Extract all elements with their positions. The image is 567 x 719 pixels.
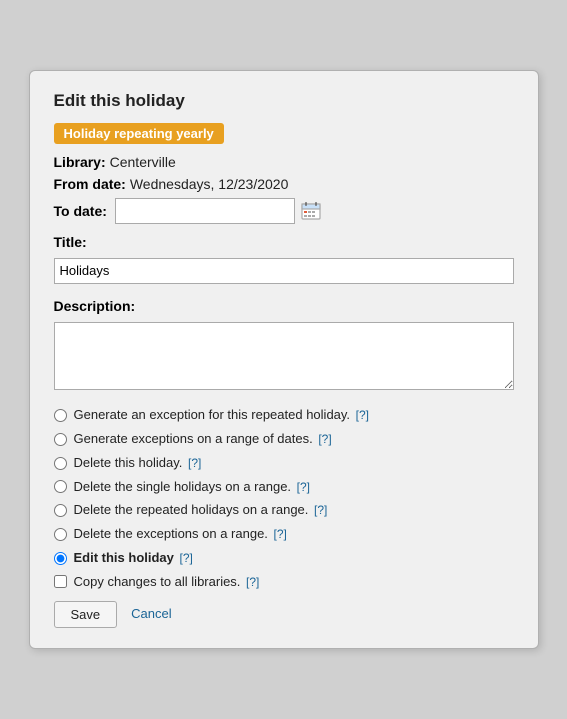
radio-label-opt6: Delete the exceptions on a range. [?] — [74, 526, 287, 543]
library-label: Library: — [54, 154, 106, 170]
help-link-opt6[interactable]: [?] — [274, 527, 287, 541]
radio-opt4[interactable] — [54, 480, 67, 493]
button-row: Save Cancel — [54, 601, 514, 628]
copy-changes-help[interactable]: [?] — [246, 575, 259, 589]
radio-opt2[interactable] — [54, 433, 67, 446]
library-row: Library: Centerville — [54, 154, 514, 170]
radio-opt6[interactable] — [54, 528, 67, 541]
radio-opt1[interactable] — [54, 409, 67, 422]
radio-item: Delete this holiday. [?] — [54, 455, 514, 472]
radio-label-opt1: Generate an exception for this repeated … — [74, 407, 370, 424]
to-date-row: To date: — [54, 198, 514, 224]
radio-opt7[interactable] — [54, 552, 67, 565]
radio-item: Delete the single holidays on a range. [… — [54, 479, 514, 496]
help-link-opt3[interactable]: [?] — [188, 456, 201, 470]
radio-label-opt2: Generate exceptions on a range of dates.… — [74, 431, 332, 448]
radio-label-opt5: Delete the repeated holidays on a range.… — [74, 502, 328, 519]
radio-item: Generate exceptions on a range of dates.… — [54, 431, 514, 448]
radio-item: Delete the exceptions on a range. [?] — [54, 526, 514, 543]
library-value: Centerville — [110, 154, 176, 170]
help-link-opt4[interactable]: [?] — [297, 480, 310, 494]
from-date-row: From date: Wednesdays, 12/23/2020 — [54, 176, 514, 192]
radio-group: Generate an exception for this repeated … — [54, 407, 514, 567]
help-link-opt5[interactable]: [?] — [314, 503, 327, 517]
save-button[interactable]: Save — [54, 601, 118, 628]
copy-changes-row: Copy changes to all libraries. [?] — [54, 574, 514, 589]
radio-item: Edit this holiday [?] — [54, 550, 514, 567]
radio-item: Generate an exception for this repeated … — [54, 407, 514, 424]
cancel-button[interactable]: Cancel — [127, 601, 175, 628]
help-link-opt7[interactable]: [?] — [180, 551, 193, 565]
radio-opt3[interactable] — [54, 457, 67, 470]
copy-changes-label: Copy changes to all libraries. [?] — [74, 574, 260, 589]
help-link-opt2[interactable]: [?] — [318, 432, 331, 446]
description-label: Description: — [54, 298, 514, 314]
from-date-value: Wednesdays, 12/23/2020 — [130, 176, 289, 192]
dialog-title: Edit this holiday — [54, 91, 514, 111]
radio-item: Delete the repeated holidays on a range.… — [54, 502, 514, 519]
help-link-opt1[interactable]: [?] — [356, 408, 369, 422]
title-input[interactable] — [54, 258, 514, 284]
calendar-icon[interactable] — [299, 199, 323, 223]
radio-label-opt4: Delete the single holidays on a range. [… — [74, 479, 311, 496]
edit-holiday-dialog: Edit this holiday Holiday repeating year… — [29, 70, 539, 649]
from-date-label: From date: — [54, 176, 126, 192]
radio-label-opt3: Delete this holiday. [?] — [74, 455, 202, 472]
title-label: Title: — [54, 234, 514, 250]
radio-opt5[interactable] — [54, 504, 67, 517]
to-date-input[interactable] — [115, 198, 295, 224]
to-date-label: To date: — [54, 203, 107, 219]
radio-label-opt7: Edit this holiday [?] — [74, 550, 193, 567]
description-textarea[interactable] — [54, 322, 514, 390]
copy-changes-checkbox[interactable] — [54, 575, 67, 588]
holiday-badge: Holiday repeating yearly — [54, 123, 224, 144]
